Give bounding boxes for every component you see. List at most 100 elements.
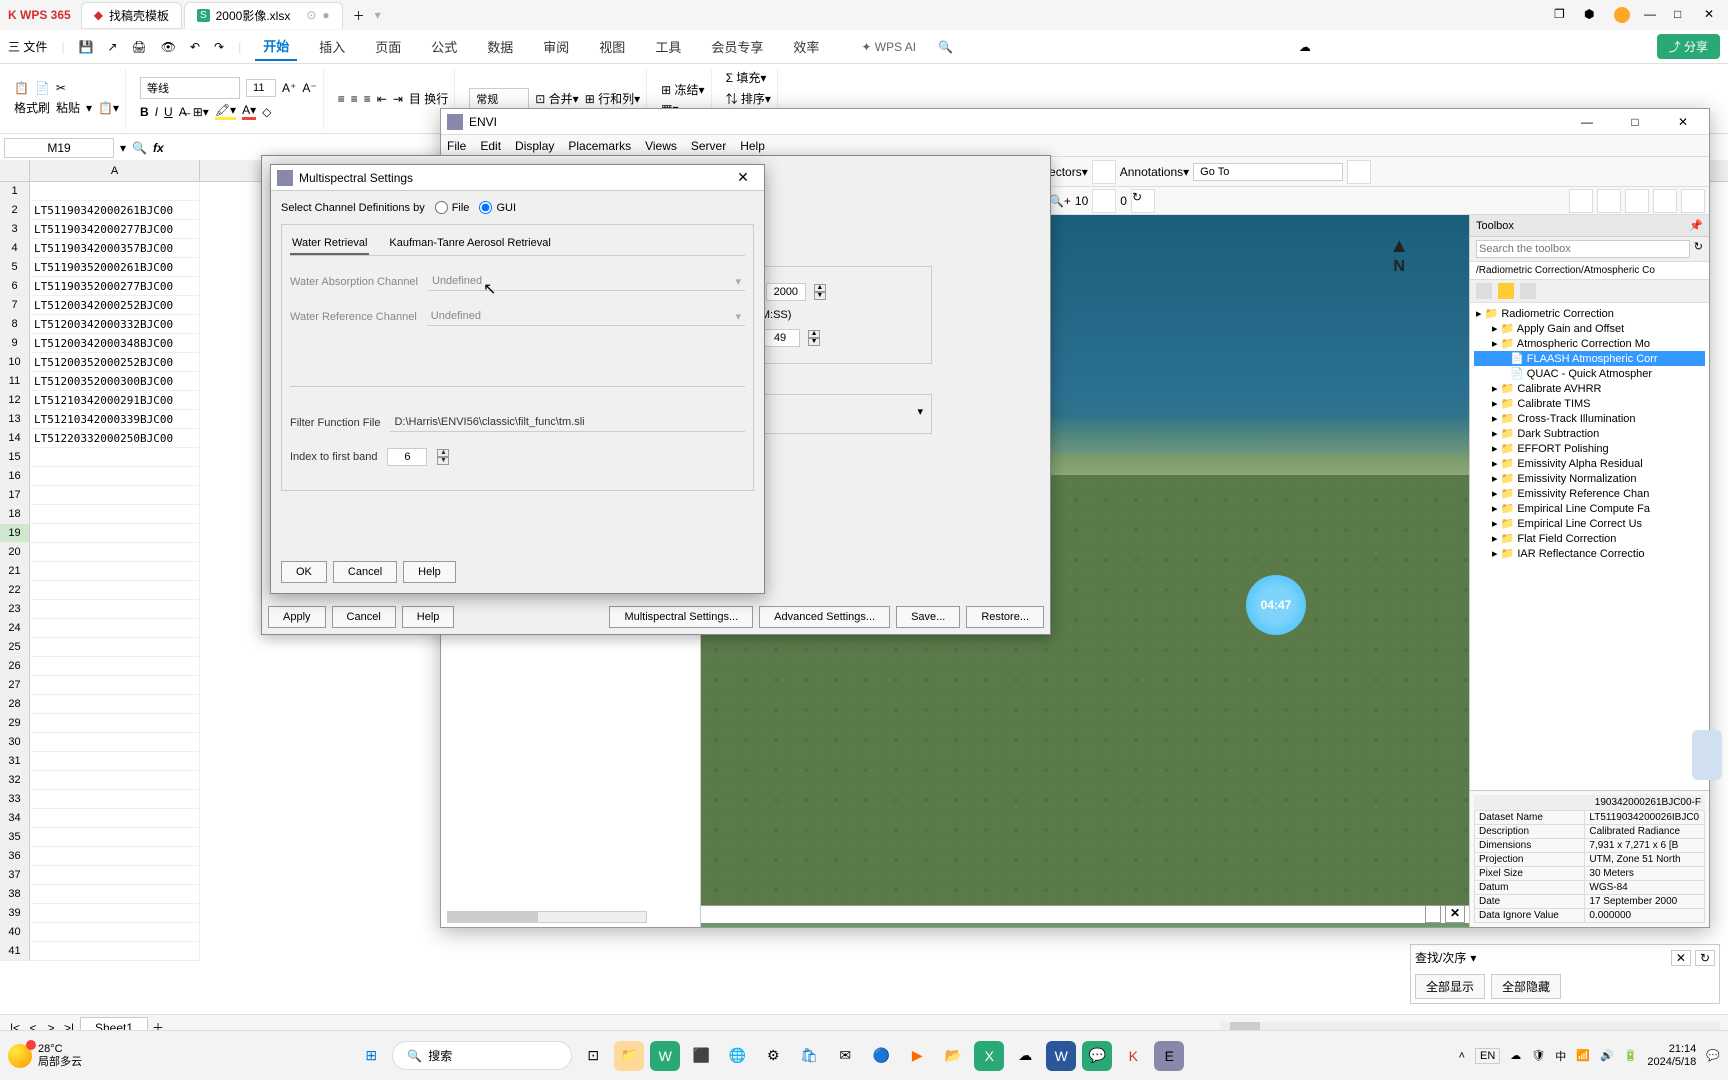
copy-icon[interactable]: 📄 xyxy=(35,81,50,95)
row-header[interactable]: 26 xyxy=(0,657,30,676)
tool-rotate-icon[interactable] xyxy=(1092,189,1116,213)
tree-item[interactable]: Flat Field Correction xyxy=(1474,531,1705,546)
cell[interactable]: LT51210342000339BJC00 xyxy=(30,410,200,429)
border-icon[interactable]: ⊞▾ xyxy=(193,105,209,119)
radio-gui[interactable]: GUI xyxy=(479,201,516,214)
cell[interactable]: LT51200342000348BJC00 xyxy=(30,334,200,353)
map-ruler-close-icon[interactable]: ✕ xyxy=(1445,905,1465,923)
tree-item[interactable]: Dark Subtraction xyxy=(1474,426,1705,441)
paste-label[interactable]: 粘贴 xyxy=(56,99,80,116)
side-float-widget[interactable] xyxy=(1692,730,1722,780)
underline-icon[interactable]: U xyxy=(164,105,173,119)
row-header[interactable]: 31 xyxy=(0,752,30,771)
align-left-icon[interactable]: ≡ xyxy=(338,92,345,106)
task-view-icon[interactable]: ⊡ xyxy=(578,1041,608,1071)
menu-view[interactable]: 视图 xyxy=(591,33,633,60)
row-header[interactable]: 3 xyxy=(0,220,30,239)
tool-e-icon[interactable] xyxy=(1681,189,1705,213)
ms-close-icon[interactable]: ✕ xyxy=(728,169,758,186)
envi-maximize-icon[interactable]: □ xyxy=(1615,110,1655,134)
row-header[interactable]: 8 xyxy=(0,315,30,334)
cell[interactable] xyxy=(30,448,200,467)
row-header[interactable]: 40 xyxy=(0,923,30,942)
fill-color-icon[interactable]: 🖍▾ xyxy=(215,103,236,120)
cell[interactable] xyxy=(30,771,200,790)
tab-water-retrieval[interactable]: Water Retrieval xyxy=(290,233,369,255)
save-icon[interactable]: 💾 xyxy=(78,40,93,54)
goto-dropdown[interactable] xyxy=(1193,163,1343,181)
taskbar-search[interactable]: 🔍 搜索 xyxy=(392,1041,572,1070)
share-button[interactable]: ⤴ 分享 xyxy=(1657,34,1720,59)
tray-volume-icon[interactable]: 🔊 xyxy=(1600,1049,1614,1062)
row-header[interactable]: 5 xyxy=(0,258,30,277)
tray-lang[interactable]: EN xyxy=(1475,1048,1500,1064)
menu-file[interactable]: File xyxy=(447,139,466,153)
tree-item[interactable]: IAR Reflectance Correctio xyxy=(1474,546,1705,561)
fx-label[interactable]: fx xyxy=(153,141,164,155)
tool-a-icon[interactable] xyxy=(1569,189,1593,213)
multispectral-settings-button[interactable]: Multispectral Settings... xyxy=(609,606,753,628)
strike-icon[interactable]: A̶ xyxy=(179,105,187,119)
col-header-a[interactable]: A xyxy=(30,160,200,181)
wrap-button[interactable]: 目 换行 xyxy=(409,90,448,107)
row-header[interactable]: 7 xyxy=(0,296,30,315)
year-spinner[interactable] xyxy=(766,283,806,301)
tab-list-icon[interactable]: ▾ xyxy=(375,8,381,22)
notification-icon[interactable]: 💬 xyxy=(1706,1049,1720,1062)
panel-refresh-icon[interactable]: ↻ xyxy=(1695,950,1715,966)
tree-item[interactable]: Emissivity Alpha Residual xyxy=(1474,456,1705,471)
tree-item[interactable]: FLAASH Atmospheric Corr xyxy=(1474,351,1705,366)
app-store-icon[interactable]: 🛍 xyxy=(794,1041,824,1071)
app-chrome-icon[interactable]: 🔵 xyxy=(866,1041,896,1071)
row-header[interactable]: 35 xyxy=(0,828,30,847)
advanced-settings-button[interactable]: Advanced Settings... xyxy=(759,606,890,628)
app-vlc-icon[interactable]: ▶ xyxy=(902,1041,932,1071)
align-right-icon[interactable]: ≡ xyxy=(364,92,371,106)
fill-button[interactable]: Σ 填充▾ xyxy=(726,69,771,86)
close-icon[interactable]: ✕ xyxy=(1704,7,1720,23)
cell-reference-input[interactable] xyxy=(4,138,114,158)
cell[interactable] xyxy=(30,809,200,828)
row-col-button[interactable]: ⊞ 行和列▾ xyxy=(585,90,640,107)
file-menu[interactable]: 三 文件 xyxy=(8,38,47,55)
cell[interactable] xyxy=(30,600,200,619)
row-header[interactable]: 33 xyxy=(0,790,30,809)
toolbox-pin-icon[interactable]: 📌 xyxy=(1689,219,1703,232)
ms-ok-button[interactable]: OK xyxy=(281,561,327,583)
cell[interactable]: LT51190342000357BJC00 xyxy=(30,239,200,258)
menu-views[interactable]: Views xyxy=(645,139,677,153)
row-header[interactable]: 39 xyxy=(0,904,30,923)
cell[interactable]: LT51200342000332BJC00 xyxy=(30,315,200,334)
flaash-restore-button[interactable]: Restore... xyxy=(966,606,1044,628)
undo-icon[interactable]: ↶ xyxy=(190,40,200,54)
cell[interactable] xyxy=(30,923,200,942)
cell[interactable]: LT51200352000252BJC00 xyxy=(30,353,200,372)
menu-page[interactable]: 页面 xyxy=(367,33,409,60)
tool-bookmark-icon[interactable] xyxy=(1347,160,1371,184)
paste-icon[interactable]: 📋 xyxy=(14,81,29,95)
row-header[interactable]: 32 xyxy=(0,771,30,790)
sort-button[interactable]: ⇅ 排序▾ xyxy=(726,90,771,107)
filter-function-input[interactable]: D:\Harris\ENVI56\classic\filt_func\tm.sl… xyxy=(390,413,745,432)
row-header[interactable]: 22 xyxy=(0,581,30,600)
envi-titlebar[interactable]: ENVI — □ ✕ xyxy=(441,109,1709,135)
cell[interactable] xyxy=(30,733,200,752)
tree-item[interactable]: Radiometric Correction xyxy=(1474,306,1705,321)
map-ruler-expand-icon[interactable] xyxy=(1425,905,1441,923)
toolbox-fav-icon[interactable] xyxy=(1476,283,1492,299)
row-header[interactable]: 28 xyxy=(0,695,30,714)
font-size-dropdown[interactable]: 11 xyxy=(246,79,276,97)
cell[interactable] xyxy=(30,676,200,695)
cell[interactable] xyxy=(30,562,200,581)
search-icon[interactable]: 🔍 xyxy=(938,40,953,54)
flaash-save-button[interactable]: Save... xyxy=(896,606,960,628)
cell[interactable]: LT51200352000300BJC00 xyxy=(30,372,200,391)
index-spinner-buttons[interactable]: ▲▼ xyxy=(437,449,449,465)
section-dropdown-icon[interactable]: ▾ xyxy=(917,405,923,418)
toolbox-star-icon[interactable] xyxy=(1498,283,1514,299)
indent-decrease-icon[interactable]: ⇤ xyxy=(377,92,387,106)
cell[interactable]: LT51190352000261BJC00 xyxy=(30,258,200,277)
sec-spinner-buttons[interactable]: ▲▼ xyxy=(808,330,820,346)
toolbox-search-input[interactable] xyxy=(1476,240,1690,258)
cut-icon[interactable]: ✂ xyxy=(56,81,66,95)
